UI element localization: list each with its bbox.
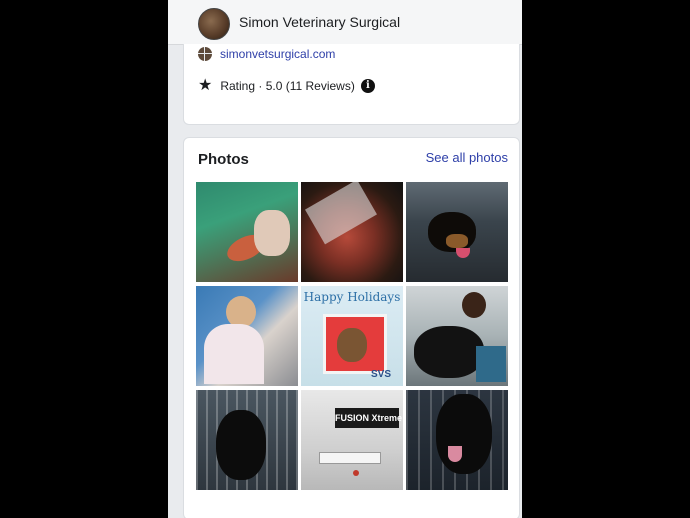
page-avatar[interactable] <box>198 8 230 40</box>
photo-grid: Happy Holidays SVS FUSION Xtreme <box>196 182 508 512</box>
facebook-page-screen: Simon Veterinary Surgical simonvetsurgic… <box>168 0 522 518</box>
photos-title: Photos <box>198 151 249 168</box>
rating-row: ★ Rating · 5.0 (11 Reviews) i <box>198 77 375 94</box>
page-header: Simon Veterinary Surgical <box>168 0 522 45</box>
photo-tile-fusion-syringe[interactable]: FUSION Xtreme <box>301 390 403 490</box>
photo-tile-dog-in-crate[interactable] <box>196 390 298 490</box>
photo-tile-dog-in-kennel[interactable] <box>406 182 508 282</box>
photo-tile-happy-holidays[interactable]: Happy Holidays SVS <box>301 286 403 386</box>
page-name[interactable]: Simon Veterinary Surgical <box>239 14 400 30</box>
svs-logo: SVS <box>370 369 391 380</box>
holiday-caption: Happy Holidays <box>303 290 401 304</box>
website-row: simonvetsurgical.com <box>198 47 335 61</box>
photo-tile-dog-tongue-out[interactable] <box>406 390 508 490</box>
photo-tile-ear-closeup[interactable] <box>301 182 403 282</box>
photo-tile-vet-holding-dog[interactable] <box>406 286 508 386</box>
star-icon: ★ <box>198 77 213 94</box>
photos-card: Photos See all photos Happy Holidays SVS <box>183 137 520 518</box>
fusion-label: FUSION Xtreme <box>335 408 402 428</box>
rating-text: Rating · 5.0 (11 Reviews) <box>220 79 355 93</box>
photo-tile-surgery[interactable] <box>196 182 298 282</box>
info-icon[interactable]: i <box>360 79 375 93</box>
globe-icon <box>198 47 212 61</box>
website-link[interactable]: simonvetsurgical.com <box>220 47 335 61</box>
about-card: simonvetsurgical.com ★ Rating · 5.0 (11 … <box>183 44 520 125</box>
see-all-photos-link[interactable]: See all photos <box>426 150 508 165</box>
photo-tile-vet-with-patient[interactable] <box>196 286 298 386</box>
